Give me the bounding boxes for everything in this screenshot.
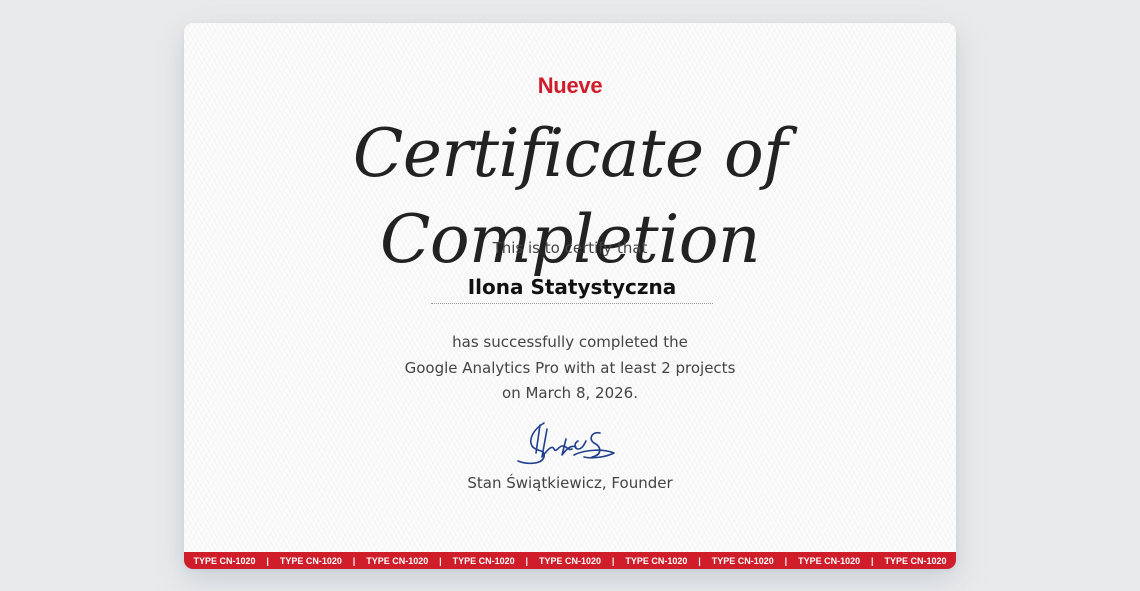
completion-statement: has successfully completed the Google An… [184,330,956,407]
signer-name: Stan Świątkiewicz, Founder [467,474,673,492]
completion-line: on March 8, 2026. [502,384,638,402]
strip-code: TYPE CN-1020 [711,555,774,566]
strip-code: TYPE CN-1020 [798,555,861,566]
strip-code: TYPE CN-1020 [625,555,688,566]
strip-separator: | [525,555,529,566]
brand-logo: Nueve [537,73,603,98]
strip-code: TYPE CN-1020 [366,555,429,566]
page: Nueve Certificate of Completion This is … [0,0,1140,591]
strip-separator: | [439,555,442,566]
strip-code: TYPE CN-1020 [193,555,256,566]
completion-line: Google Analytics Pro with at least 2 pro… [404,358,736,377]
recipient-name: Ilona Statystyczna [431,275,713,304]
strip-separator: | [871,555,874,566]
strip-separator: | [611,555,615,566]
security-strip: TYPE CN-1020 | TYPE CN-1020 | TYPE CN-1020 | T… [184,552,956,569]
strip-separator: | [698,555,701,566]
signature-icon [517,422,615,465]
strip-separator: | [266,555,269,566]
strip-code: TYPE CN-1020 [884,555,947,566]
strip-separator: | [352,555,356,566]
strip-separator: | [784,555,788,566]
strip-code: TYPE CN-1020 [279,555,342,566]
intro-text: This is to certify that [492,239,648,257]
strip-code: TYPE CN-1020 [538,555,601,566]
certificate-card: Nueve Certificate of Completion This is … [184,23,956,569]
strip-code: TYPE CN-1020 [452,555,515,566]
completion-line: has successfully completed the [452,333,688,351]
